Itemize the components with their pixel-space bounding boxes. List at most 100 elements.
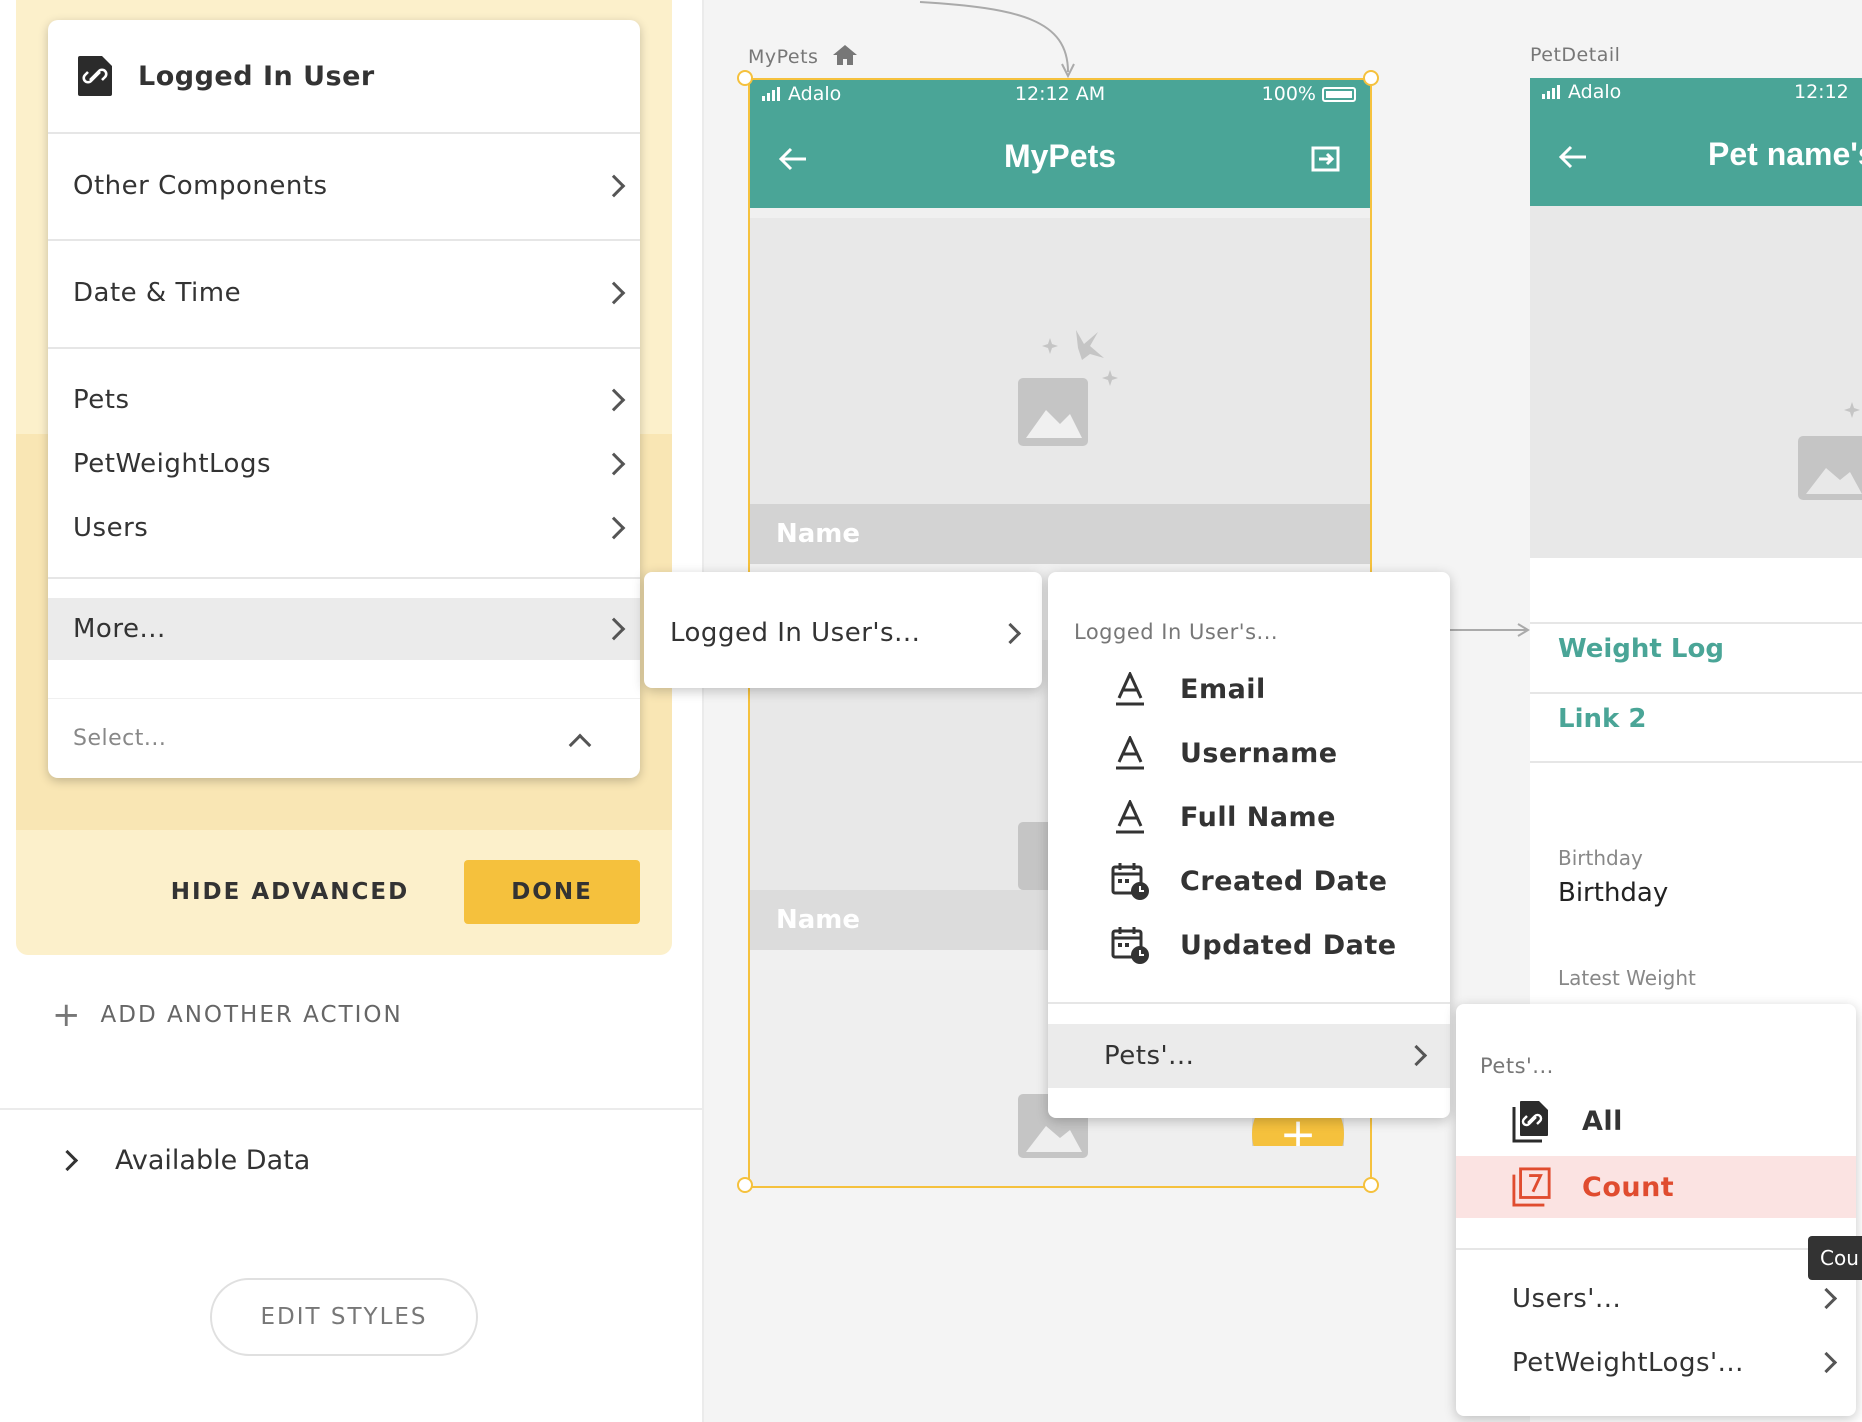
birthday-value: Birthday — [1558, 878, 1669, 908]
calendar-clock-icon — [1110, 925, 1150, 965]
menu-item-label: Users'... — [1512, 1284, 1622, 1314]
chevron-right-icon — [602, 388, 626, 412]
signal-icon — [1542, 85, 1560, 99]
latest-weight-label: Latest Weight — [1558, 966, 1696, 990]
edit-styles-button[interactable]: EDIT STYLES — [210, 1278, 478, 1356]
screen-title-label: MyPets — [748, 46, 819, 68]
available-data-label: Available Data — [115, 1144, 311, 1176]
dropdown-item-petweightlogs[interactable]: PetWeightLogs — [48, 434, 640, 494]
submenu-item-logged-in-users[interactable]: Logged In User's... — [644, 602, 1042, 664]
link-2[interactable]: Link 2 — [1558, 704, 1646, 734]
selection-handle[interactable] — [1363, 1177, 1379, 1193]
battery-icon — [1322, 86, 1356, 102]
dropdown-item-label: More... — [73, 614, 166, 644]
home-icon — [832, 44, 858, 70]
menu-item-count[interactable]: Count — [1456, 1156, 1856, 1218]
left-panel: Logged In User Other Components Date & T… — [0, 0, 704, 1422]
chevron-right-icon — [602, 174, 626, 198]
link-arrow-in — [919, 1, 1075, 79]
status-bar: Adalo 12:12 AM 100% — [750, 80, 1370, 108]
menu-item-label: Count — [1582, 1171, 1675, 1203]
selection-handle[interactable] — [737, 1177, 753, 1193]
linked-record-icon — [76, 54, 114, 98]
linked-list-icon — [1512, 1101, 1552, 1143]
chevron-right-icon — [602, 452, 626, 476]
menu-item-label: Username — [1180, 737, 1338, 769]
menu-item-username[interactable]: Username — [1110, 722, 1338, 784]
chevron-right-icon — [602, 281, 626, 305]
menu-item-label: PetWeightLogs'... — [1512, 1348, 1744, 1378]
chevron-right-icon — [1815, 1287, 1838, 1310]
data-source-dropdown: Logged In User Other Components Date & T… — [48, 20, 640, 778]
birthday-label: Birthday — [1558, 846, 1643, 870]
name-label-bar: Name — [750, 504, 1370, 564]
dropdown-item-other-components[interactable]: Other Components — [48, 134, 640, 238]
menu-item-label: Full Name — [1180, 801, 1336, 833]
chevron-right-icon — [602, 617, 626, 641]
selection-handle[interactable] — [737, 70, 753, 86]
app-bar: Adalo 12:12 AM 100% MyPets — [750, 80, 1370, 208]
hide-advanced-button[interactable]: HIDE ADVANCED — [168, 862, 412, 922]
link-weight-log[interactable]: Weight Log — [1558, 634, 1724, 664]
menu-item-petweightlogs-relation[interactable]: PetWeightLogs'... — [1456, 1332, 1856, 1394]
done-button[interactable]: DONE — [464, 860, 640, 924]
menu-item-pets-relation[interactable]: Pets'... — [1048, 1024, 1450, 1088]
menu-item-email[interactable]: Email — [1110, 658, 1266, 720]
selection-handle[interactable] — [1363, 70, 1379, 86]
image-placeholder-icon — [1798, 402, 1862, 500]
dropdown-item-date-time[interactable]: Date & Time — [48, 241, 640, 345]
dropdown-item-more[interactable]: More... — [48, 598, 640, 660]
submenu-item-label: Logged In User's... — [670, 618, 921, 648]
dropdown-item-users[interactable]: Users — [48, 498, 640, 558]
dropdown-item-label: Date & Time — [73, 278, 242, 308]
menu-item-updated-date[interactable]: Updated Date — [1110, 914, 1397, 976]
chevron-right-icon — [56, 1149, 79, 1171]
battery-label: 100% — [1261, 83, 1316, 105]
chevron-right-icon — [1815, 1351, 1838, 1374]
dropdown-item-label: Pets — [73, 385, 130, 415]
app-bar-title: MyPets — [1003, 138, 1117, 174]
select-placeholder: Select... — [73, 726, 167, 751]
add-another-action-button[interactable]: + ADD ANOTHER ACTION — [52, 990, 403, 1040]
plus-icon: + — [52, 995, 83, 1035]
dropdown-header[interactable]: Logged In User — [48, 20, 640, 132]
image-placeholder — [750, 218, 1370, 508]
screen-label-petdetail[interactable]: PetDetail — [1530, 44, 1620, 66]
pets-relation-menu: Pets'... All Count Users'... PetWeightLo… — [1456, 1004, 1856, 1416]
menu-item-label: Updated Date — [1180, 929, 1397, 961]
menu-item-full-name[interactable]: Full Name — [1110, 786, 1336, 848]
app-bar: Adalo 12:12 Pet name's — [1530, 78, 1862, 206]
dropdown-header-label: Logged In User — [138, 60, 375, 92]
calendar-clock-icon — [1110, 861, 1150, 901]
logout-icon[interactable] — [1310, 144, 1342, 178]
panel-divider — [0, 1108, 704, 1110]
select-field[interactable]: Select... — [48, 698, 640, 778]
menu-item-users-relation[interactable]: Users'... — [1456, 1268, 1856, 1330]
image-placeholder — [1530, 206, 1862, 558]
dropdown-item-label: Other Components — [73, 171, 328, 201]
menu-item-all[interactable]: All — [1512, 1090, 1623, 1152]
chevron-right-icon — [1405, 1044, 1428, 1067]
app-bar-title: Pet name's — [1708, 136, 1862, 172]
chevron-right-icon — [602, 516, 626, 540]
text-icon — [1110, 669, 1150, 709]
count-number-icon — [1512, 1167, 1552, 1207]
menu-item-label: Email — [1180, 673, 1266, 705]
text-icon — [1110, 797, 1150, 837]
available-data-toggle[interactable]: Available Data — [56, 1135, 311, 1185]
chevron-up-icon — [568, 733, 592, 757]
menu-item-created-date[interactable]: Created Date — [1110, 850, 1387, 912]
menu-item-label: Pets'... — [1104, 1041, 1195, 1071]
screen-label-mypets[interactable]: MyPets — [748, 44, 858, 70]
dropdown-item-label: PetWeightLogs — [73, 449, 272, 479]
tooltip: Cou — [1808, 1236, 1862, 1280]
chevron-right-icon — [999, 622, 1022, 645]
back-arrow-icon[interactable] — [1558, 144, 1588, 174]
menu-header: Logged In User's... — [1074, 620, 1279, 644]
status-bar: Adalo 12:12 — [1530, 78, 1862, 106]
add-action-label: ADD ANOTHER ACTION — [100, 1002, 403, 1028]
logged-in-user-submenu: Logged In User's... — [644, 572, 1042, 688]
dropdown-item-pets[interactable]: Pets — [48, 370, 640, 430]
status-time: 12:12 — [1794, 81, 1849, 103]
menu-item-label: Created Date — [1180, 865, 1388, 897]
